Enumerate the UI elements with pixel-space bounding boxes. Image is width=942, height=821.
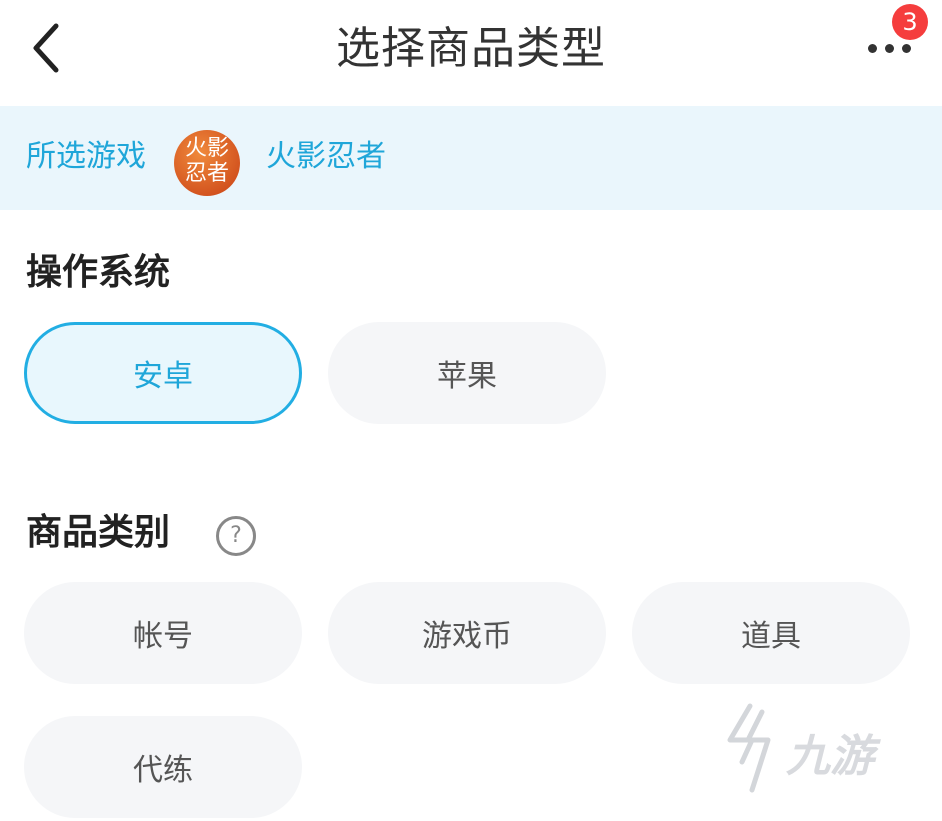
- category-option-account[interactable]: 帐号: [24, 582, 302, 684]
- category-option-items[interactable]: 道具: [632, 582, 910, 684]
- top-nav-bar: 选择商品类型 3: [0, 0, 942, 104]
- page-title: 选择商品类型: [336, 23, 606, 74]
- more-icon-dot: [885, 44, 894, 53]
- os-option-ios[interactable]: 苹果: [328, 322, 606, 424]
- watermark-logo: 九游: [722, 700, 912, 800]
- category-option-boosting[interactable]: 代练: [24, 716, 302, 818]
- watermark-text: 九游: [786, 731, 874, 782]
- game-logo: 火影 忍者: [174, 130, 240, 196]
- category-section-title: 商品类别: [26, 512, 171, 553]
- selected-game-bar: 所选游戏: [0, 106, 942, 210]
- selected-game-label: 所选游戏: [26, 139, 146, 174]
- category-option-game-currency[interactable]: 游戏币: [328, 582, 606, 684]
- notification-badge: 3: [892, 4, 928, 40]
- os-option-android[interactable]: 安卓: [24, 322, 302, 424]
- more-icon-dot: [902, 44, 911, 53]
- game-logo-text-2: 忍者: [184, 161, 229, 186]
- more-icon: [868, 44, 877, 53]
- game-name: 火影忍者: [266, 139, 386, 174]
- help-icon[interactable]: ?: [216, 516, 256, 556]
- os-section-title: 操作系统: [26, 252, 171, 293]
